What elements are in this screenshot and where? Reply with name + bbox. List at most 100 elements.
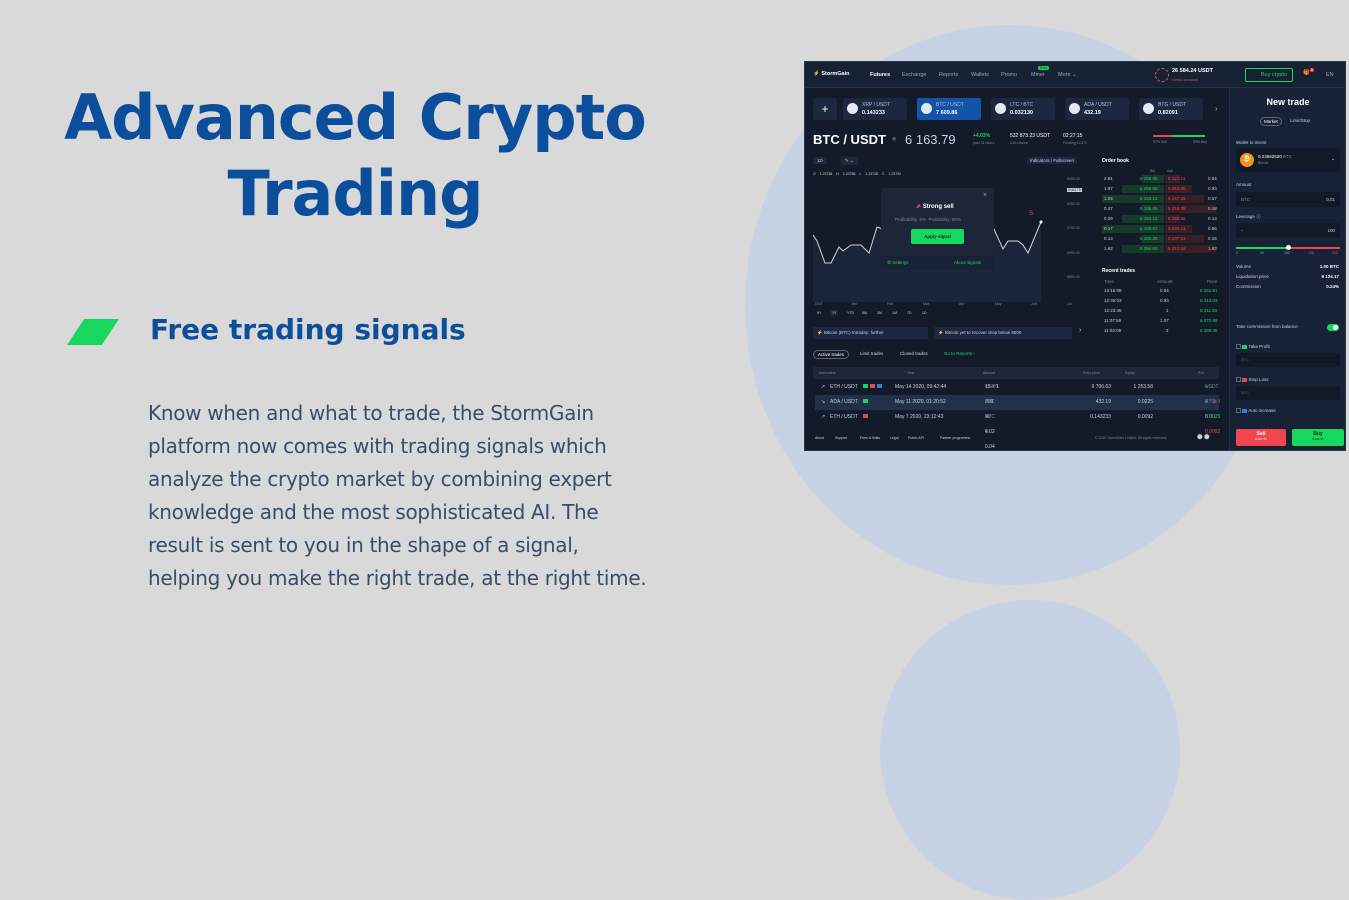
coin-icon	[995, 103, 1006, 114]
range-button[interactable]: 1Y	[830, 310, 839, 316]
close-trade-icon[interactable]: ⊗	[1213, 395, 1217, 410]
amount-input[interactable]: BTC 0.01	[1236, 192, 1340, 207]
footer-link[interactable]: Support	[835, 436, 847, 440]
add-ticker-button[interactable]: +	[813, 98, 837, 120]
ticker-card[interactable]: LTC / BTC 0.032130	[991, 98, 1055, 120]
apply-signal-button[interactable]: Apply signal	[911, 229, 964, 244]
volume: 532 873.23 USDT	[1010, 133, 1051, 139]
footer-link[interactable]: Partner programme	[940, 436, 970, 440]
recent-trade-row: 11:02:08 2 6 399.36	[1104, 328, 1218, 333]
recent-trades-title: Recent trades	[1102, 268, 1136, 274]
news-item[interactable]: ⚡ Bitcoin (BTC) Intraday: further	[813, 327, 928, 339]
bitcoin-icon: ₿	[1240, 153, 1254, 167]
new-trade-panel: New trade Market Limit/Stop Wallet to in…	[1229, 88, 1345, 450]
indicators-fullscreen-button[interactable]: Indicators / Fullscreen	[1027, 157, 1078, 164]
footer-link[interactable]: About	[815, 436, 824, 440]
order-book-row: 0.29 6 154.15 6 288.56 0.13	[1104, 215, 1217, 223]
tab-closed-trades[interactable]: Closed trades	[900, 351, 928, 356]
slider-handle[interactable]	[1285, 245, 1291, 250]
section-subtitle: Free trading signals	[150, 313, 466, 346]
nav-promo[interactable]: Promo	[1001, 72, 1017, 78]
order-book-title: Order book	[1102, 158, 1129, 164]
recent-trade-row: 13:16:08 0.84 6 252.91	[1104, 288, 1218, 293]
take-profit-checkbox[interactable]: Take Profit	[1236, 344, 1270, 350]
nav-futures[interactable]: Futures	[870, 72, 890, 78]
y-tick-label: 5900.00	[1067, 251, 1080, 255]
ticker-card[interactable]: XRP / USDT 0.143233	[843, 98, 907, 120]
change-label: past 24 hours	[973, 141, 995, 145]
account-avatar-icon[interactable]	[1155, 68, 1169, 82]
range-button[interactable]: 3M	[875, 310, 884, 316]
ticker-card[interactable]: BTC / USDT 7 609.86	[917, 98, 981, 120]
buy-button[interactable]: Buy 6 282.07	[1292, 429, 1344, 446]
ticker-card[interactable]: BTG / USDT 0.82091	[1139, 98, 1203, 120]
footer-link[interactable]: Public API	[908, 436, 924, 440]
recent-trade-row: 12:35:03 0.93 6 313.03	[1104, 298, 1218, 303]
favorite-star-icon[interactable]: ★	[891, 135, 897, 143]
order-book-row: 1.04 6 153.13 6 247.35 0.57	[1102, 195, 1217, 203]
tab-limit-trades[interactable]: Limit trades	[860, 351, 883, 356]
miner-badge: Beta	[1038, 66, 1050, 70]
ticker-next-icon[interactable]: ›	[1215, 104, 1218, 113]
range-button[interactable]: 5Y	[815, 310, 823, 316]
range-button[interactable]: YTD	[845, 310, 856, 316]
stat-value: 0.24%	[1326, 284, 1339, 289]
auto-increase-checkbox[interactable]: Auto increase	[1236, 408, 1276, 414]
news-item[interactable]: ⚡ Bitcoin yet to recover drop below 9500	[934, 327, 1072, 339]
range-button[interactable]: 6M	[860, 310, 869, 316]
range-button[interactable]: 1M	[890, 310, 899, 316]
take-commission-toggle[interactable]	[1327, 324, 1339, 331]
close-icon[interactable]: ×	[983, 192, 987, 199]
language-select[interactable]: EN	[1326, 72, 1334, 78]
signal-title: ⬈ Strong sell	[916, 204, 954, 210]
trade-row[interactable]: ↗ ETH / USDT May 7 2020, 23:12:43 30 × 0…	[815, 410, 1220, 450]
gift-icon[interactable]: 🎁	[1303, 70, 1310, 76]
nav-wallets[interactable]: Wallets	[971, 72, 989, 78]
interval-select[interactable]: 1D	[813, 157, 827, 164]
nav-exchange[interactable]: Exchange	[902, 72, 926, 78]
balance[interactable]: 26 584.24 USDT	[1172, 68, 1213, 74]
stormgain-logo[interactable]: ⚡ StormGain	[813, 71, 850, 77]
ticker-card[interactable]: ADA / USDT 432.19	[1065, 98, 1129, 120]
funding-time: 02:27:15	[1063, 133, 1083, 139]
take-profit-input[interactable]: BTC	[1236, 353, 1340, 367]
stop-loss-checkbox[interactable]: Stop Loss	[1236, 377, 1269, 383]
nav-miner[interactable]: Miner	[1031, 72, 1045, 78]
tab-active-trades[interactable]: Active trades	[813, 350, 850, 359]
signal-settings-link[interactable]: ⚙ Settings	[887, 260, 909, 266]
volume-label: 24h volume	[1010, 141, 1029, 145]
go-to-reports-link[interactable]: Go to Reports ›	[944, 351, 975, 356]
order-book-row: 0.17 6 108.67 6 235.14 0.85	[1102, 225, 1217, 233]
trade-row[interactable]: ↘ ADA / USDT May 11 2020, 01:20:52 200 ×…	[815, 395, 1220, 435]
leverage-tick: 100	[1284, 251, 1290, 255]
draw-tool-icon[interactable]: ✎ ⌄	[841, 157, 858, 165]
instrument-pair: BTC / USDT	[813, 132, 886, 147]
x-tick-label: Jul	[1067, 302, 1072, 306]
trade-direction-icon: ↘	[821, 399, 826, 405]
buy-crypto-button[interactable]: Buy crypto	[1245, 68, 1293, 82]
decorative-circle-bottom	[880, 600, 1180, 900]
tab-limit-stop[interactable]: Limit/Stop	[1290, 118, 1310, 123]
about-signals-link[interactable]: About signals	[954, 260, 981, 265]
range-button[interactable]: 1D	[920, 310, 928, 316]
news-next-icon[interactable]: ›	[1079, 327, 1081, 334]
order-book-row: 0.13 6 155.25 6 207.03 0.15	[1104, 235, 1217, 243]
stat-label: Liquidation price	[1236, 274, 1269, 279]
leverage-slider[interactable]	[1236, 245, 1340, 250]
stop-loss-input[interactable]: BTC	[1236, 386, 1340, 400]
sell-button[interactable]: Sell 6 007.96	[1236, 429, 1286, 446]
footer-link[interactable]: Fees & limits	[860, 436, 880, 440]
wallet-select[interactable]: ₿ 0.23582520 BTC Bitcoin ⌄	[1236, 148, 1340, 172]
nav-more[interactable]: More ⌄	[1058, 72, 1077, 78]
leverage-input[interactable]: - 100	[1236, 223, 1340, 238]
coin-icon	[847, 103, 858, 114]
trade-row[interactable]: ↗ ETH / USDT May 14 2020, 09:42:44 15 × …	[815, 380, 1220, 405]
nav-reports[interactable]: Reports	[939, 72, 958, 78]
ohlc-readout: O 1.23756 H 1.23786 L 1.23748 C 1.23792	[813, 172, 902, 176]
range-button[interactable]: 7D	[905, 310, 913, 316]
footer-link[interactable]: Legal	[890, 436, 899, 440]
tab-market[interactable]: Market	[1260, 117, 1282, 126]
theme-icons[interactable]: ⬤ ⬤	[1197, 434, 1210, 440]
order-book-row: 1.62 6 254.00 6 212.15 1.63	[1104, 245, 1217, 253]
top-nav: ⚡ StormGain Futures Exchange Reports Wal…	[805, 62, 1345, 88]
